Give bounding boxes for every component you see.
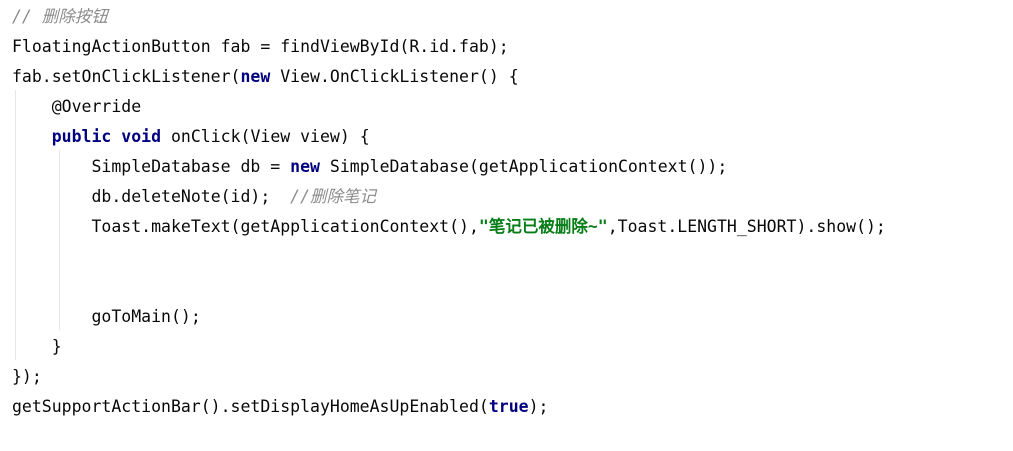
code-keyword: void [121, 127, 162, 146]
code-line[interactable]: db.deleteNote(id); //删除笔记 [12, 182, 886, 212]
code-keyword: new [290, 157, 320, 176]
code-token: SimpleDatabase(getApplicationContext()); [319, 157, 728, 176]
code-line[interactable]: public void onClick(View view) { [12, 122, 886, 152]
code-token: ); [528, 397, 549, 416]
code-line[interactable]: SimpleDatabase db = new SimpleDatabase(g… [12, 152, 886, 182]
code-line[interactable]: } [12, 332, 886, 362]
code-text-area[interactable]: // 删除按钮 FloatingActionButton fab = findVi… [12, 2, 886, 422]
code-line[interactable]: FloatingActionButton fab = findViewById(… [12, 32, 886, 62]
code-line[interactable]: goToMain(); [12, 302, 886, 332]
code-string: "笔记已被删除~" [478, 217, 608, 236]
code-comment: //删除笔记 [290, 187, 377, 206]
code-line[interactable]: @Override [12, 92, 886, 122]
code-line[interactable]: // 删除按钮 [12, 2, 886, 32]
code-line[interactable]: getSupportActionBar().setDisplayHomeAsUp… [12, 392, 886, 422]
code-line[interactable] [12, 272, 886, 302]
code-keyword: public [51, 127, 112, 146]
code-token: } [51, 337, 62, 356]
code-line[interactable] [12, 242, 886, 272]
code-token: goToMain(); [91, 307, 201, 326]
code-keyword: new [240, 67, 271, 86]
code-token: ,Toast.LENGTH_SHORT).show(); [607, 217, 886, 236]
code-keyword: true [488, 397, 529, 416]
code-token: Toast.makeText(getApplicationContext(), [91, 217, 479, 236]
code-token: FloatingActionButton fab = findViewById(… [12, 37, 509, 56]
code-line[interactable]: }); [12, 362, 886, 392]
code-token: getSupportActionBar().setDisplayHomeAsUp… [12, 397, 489, 416]
code-line[interactable]: Toast.makeText(getApplicationContext(),"… [12, 212, 886, 242]
code-comment: // 删除按钮 [12, 7, 108, 26]
code-annotation: @Override [51, 97, 142, 116]
code-token: SimpleDatabase db = [91, 157, 291, 176]
code-token: View.OnClickListener() { [270, 67, 519, 86]
code-token: onClick(View view) { [161, 127, 370, 146]
code-line[interactable]: fab.setOnClickListener(new View.OnClickL… [12, 62, 886, 92]
code-token: db.deleteNote(id); [91, 187, 291, 206]
code-token: }); [12, 367, 42, 386]
code-editor[interactable]: // 删除按钮 FloatingActionButton fab = findVi… [0, 0, 1013, 451]
code-token: fab.setOnClickListener( [12, 67, 241, 86]
